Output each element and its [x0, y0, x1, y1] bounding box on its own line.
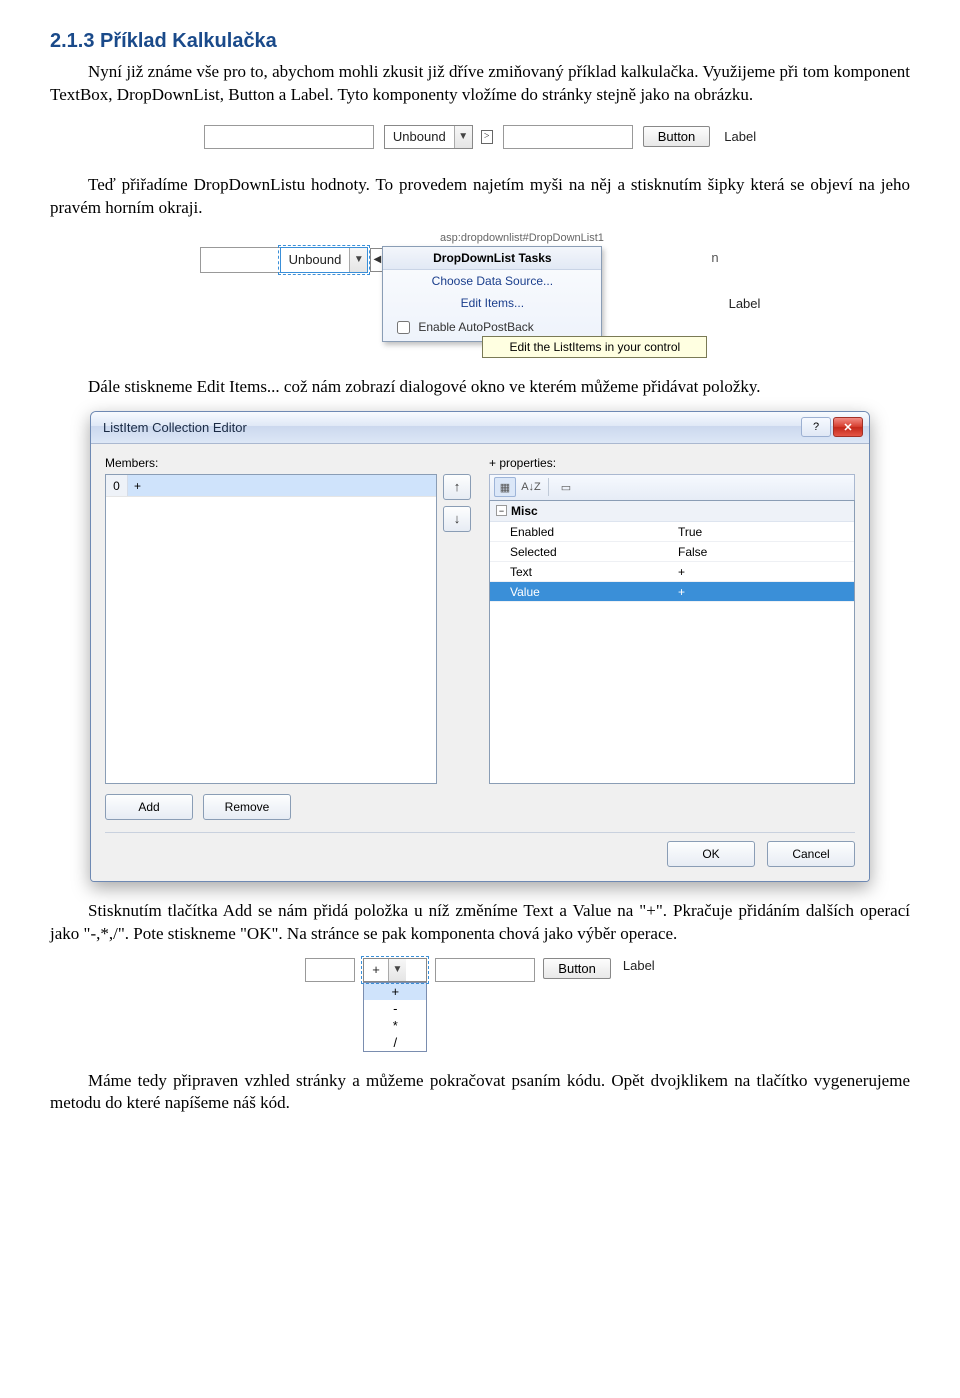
chevron-down-icon: ▼ — [388, 959, 406, 981]
chevron-down-icon: ▼ — [349, 248, 367, 272]
dropdown-text: Unbound — [385, 129, 454, 144]
button-control: Button — [643, 126, 711, 147]
dropdown-option-list: + - * / — [363, 982, 427, 1052]
textbox-left — [305, 958, 355, 982]
checkbox-label: Enable AutoPostBack — [418, 320, 533, 334]
button-behind-fragment: n — [707, 250, 718, 265]
chevron-down-icon: ▼ — [454, 126, 472, 148]
paragraph-1: Nyní již známe vše pro to, abychom mohli… — [50, 61, 910, 107]
cancel-button[interactable]: Cancel — [767, 841, 855, 867]
list-item[interactable]: 0 + — [106, 475, 436, 497]
ok-button[interactable]: OK — [667, 841, 755, 867]
prop-value[interactable]: + — [672, 562, 854, 581]
dropdown-text: Unbound — [281, 252, 350, 267]
button-control: Button — [543, 958, 611, 979]
dropdown-text: + — [364, 962, 388, 977]
prop-name: Text — [510, 565, 532, 579]
section-heading: 2.1.3 Příklad Kalkulačka — [50, 28, 910, 55]
prop-row-text[interactable]: Text + — [490, 562, 854, 582]
prop-name: Enabled — [510, 525, 554, 539]
category-misc[interactable]: − Misc — [490, 501, 854, 522]
paragraph-3: Dále stiskneme Edit Items... což nám zob… — [50, 376, 910, 399]
members-label: Members: — [105, 456, 471, 470]
add-button[interactable]: Add — [105, 794, 193, 820]
prop-row-value[interactable]: Value + — [490, 582, 854, 602]
move-up-button[interactable]: ↑ — [443, 474, 471, 500]
figure-designer-row: Unbound ▼ > Button Label — [50, 119, 910, 156]
help-button[interactable]: ? — [801, 417, 831, 437]
option-plus[interactable]: + — [364, 983, 426, 1000]
dropdown-tag-path: asp:dropdownlist#DropDownList1 — [284, 232, 761, 244]
category-label: Misc — [511, 504, 538, 518]
alphabetical-icon[interactable]: A↓Z — [520, 477, 542, 497]
dropdown-unbound-selected: Unbound ▼ — [280, 247, 369, 273]
option-multiply[interactable]: * — [364, 1017, 426, 1034]
menu-edit-items[interactable]: Edit Items... — [383, 292, 601, 314]
dropdown-unbound: Unbound ▼ — [384, 125, 473, 149]
textbox-placeholder — [204, 125, 374, 149]
figure-smart-tag-popup: asp:dropdownlist#DropDownList1 Unbound ▼… — [50, 232, 910, 358]
smart-tag-popup: DropDownList Tasks Choose Data Source...… — [382, 246, 602, 342]
paragraph-4: Stisknutím tlačítka Add se nám přidá pol… — [50, 900, 910, 946]
menu-choose-data-source[interactable]: Choose Data Source... — [383, 270, 601, 292]
property-pages-icon[interactable]: ▭ — [555, 477, 577, 497]
collapse-icon[interactable]: − — [496, 505, 507, 516]
property-grid[interactable]: − Misc Enabled True Selected False Text … — [489, 500, 855, 784]
prop-name: Selected — [510, 545, 557, 559]
textbox-left — [200, 247, 280, 273]
members-listbox[interactable]: 0 + — [105, 474, 437, 784]
textbox-right — [435, 958, 535, 982]
dialog-titlebar: ListItem Collection Editor ? ✕ — [91, 412, 869, 444]
prop-row-selected[interactable]: Selected False — [490, 542, 854, 562]
remove-button[interactable]: Remove — [203, 794, 291, 820]
tooltip-edit-items: Edit the ListItems in your control — [482, 336, 707, 358]
label-control: Label — [720, 129, 756, 144]
prop-value[interactable]: True — [672, 522, 854, 541]
textbox-placeholder-2 — [503, 125, 633, 149]
paragraph-2: Teď přiřadíme DropDownListu hodnoty. To … — [50, 174, 910, 220]
option-divide[interactable]: / — [364, 1034, 426, 1051]
prop-row-enabled[interactable]: Enabled True — [490, 522, 854, 542]
option-minus[interactable]: - — [364, 1000, 426, 1017]
checkbox-autopostback[interactable] — [397, 321, 410, 334]
figure-operator-dropdown: + ▼ + - * / Button Label — [50, 958, 910, 1052]
popup-title: DropDownList Tasks — [383, 247, 601, 270]
close-button[interactable]: ✕ — [833, 417, 863, 437]
dialog-title: ListItem Collection Editor — [103, 420, 247, 435]
prop-name: Value — [510, 585, 540, 599]
label-control: Label — [729, 296, 761, 311]
smart-tag-icon: > — [481, 130, 493, 144]
prop-value[interactable]: False — [672, 542, 854, 561]
listitem-collection-editor-dialog: ListItem Collection Editor ? ✕ Members: … — [90, 411, 870, 882]
prop-value[interactable]: + — [672, 582, 854, 601]
list-item-index: 0 — [106, 475, 128, 496]
dropdown-operator: + ▼ — [363, 958, 427, 982]
label-control: Label — [619, 958, 655, 973]
list-item-text: + — [128, 475, 436, 496]
properties-label: + properties: — [489, 456, 855, 470]
properties-toolbar: ▦ A↓Z ▭ — [489, 474, 855, 500]
move-down-button[interactable]: ↓ — [443, 506, 471, 532]
categorized-icon[interactable]: ▦ — [494, 477, 516, 497]
paragraph-5: Máme tedy připraven vzhled stránky a můž… — [50, 1070, 910, 1116]
